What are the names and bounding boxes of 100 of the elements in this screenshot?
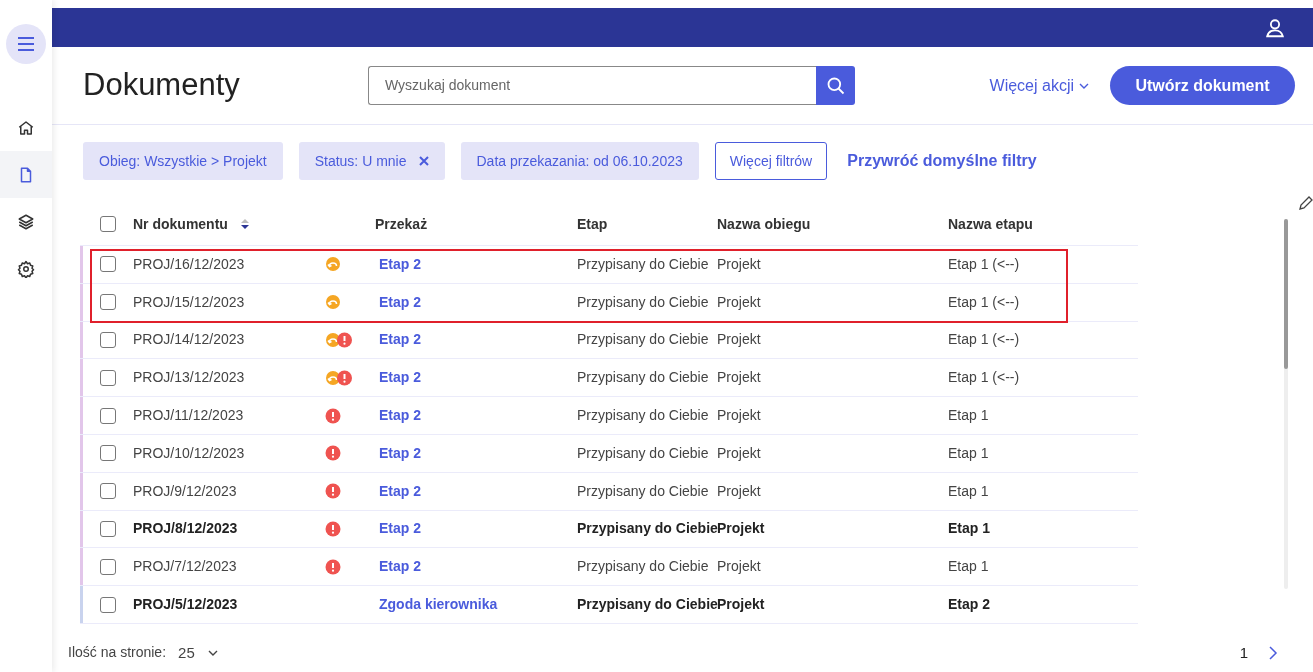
column-header: Etap <box>577 214 609 234</box>
close-icon[interactable] <box>418 156 429 166</box>
row-checkbox[interactable] <box>100 256 116 273</box>
more-filters-button[interactable]: Więcej filtrów <box>714 142 828 180</box>
sort-icon[interactable] <box>239 218 250 230</box>
table-row[interactable]: PROJ/5/12/2023 Zgoda kierownika Przypisany do CiebieProjekt Etap 2 <box>80 586 1138 624</box>
document-number: PROJ/15/12/2023 <box>133 292 246 312</box>
table-cell-text: Projekt <box>717 292 762 312</box>
table-cell-text: Przypisany do Ciebie <box>577 519 717 539</box>
table-row[interactable]: PROJ/13/12/2023 Etap 2 Przypisany do Ciebie Projekt Etap 1 (<--) <box>80 359 1138 398</box>
table-cell-text: Etap 1 <box>948 519 990 539</box>
table-row[interactable]: PROJ/9/12/2023 Etap 2 Przypisany do Ciebie Projekt Etap 1 <box>80 472 1138 511</box>
forward-link[interactable]: Etap 2 <box>379 405 577 427</box>
table-cell-text: Etap 1 (<--) <box>948 368 1020 388</box>
filter-chip[interactable]: Data przekazania: od 06.10.2023 <box>460 142 699 180</box>
table-row[interactable]: PROJ/14/12/2023 Etap 2 Przypisany do Ciebie Projekt Etap 1 (<--) <box>80 321 1138 360</box>
row-checkbox[interactable] <box>100 596 116 613</box>
return-alert-icon <box>325 332 353 348</box>
table-cell-text: Etap 1 <box>948 481 989 501</box>
alert-icon <box>325 445 341 462</box>
forward-link[interactable]: Etap 2 <box>379 367 577 389</box>
row-checkbox[interactable] <box>100 332 116 348</box>
return-icon <box>325 256 341 273</box>
table-cell-text: Przypisany do Ciebie <box>577 292 710 312</box>
table-cell-text: Projekt <box>717 443 762 463</box>
filter-chip[interactable]: Status: U mnie <box>298 142 445 180</box>
column-header[interactable]: Nr dokumentu <box>133 213 228 235</box>
table-row[interactable]: PROJ/10/12/2023 Etap 2 Przypisany do Ciebie Projekt Etap 1 <box>80 435 1138 473</box>
table-row[interactable]: PROJ/15/12/2023 Etap 2 Przypisany do Ciebie Projekt Etap 1 (<--) <box>80 283 1138 322</box>
table-cell-text: Etap 1 <box>948 443 989 463</box>
alert-icon <box>325 558 341 575</box>
row-checkbox[interactable] <box>100 407 116 424</box>
edit-columns-icon[interactable] <box>1298 195 1313 211</box>
table-cell-text: Przypisany do Ciebie <box>577 557 710 577</box>
sidebar-item[interactable] <box>0 104 52 151</box>
sidebar-item[interactable] <box>0 198 52 245</box>
document-number: PROJ/7/12/2023 <box>133 557 238 577</box>
forward-link[interactable]: Zgoda kierownika <box>379 594 577 616</box>
forward-link[interactable]: Etap 2 <box>379 442 577 464</box>
document-number: PROJ/11/12/2023 <box>133 406 245 426</box>
forward-link[interactable]: Etap 2 <box>379 556 577 578</box>
forward-link[interactable]: Etap 2 <box>379 480 577 502</box>
table-row[interactable]: PROJ/8/12/2023 Etap 2 Przypisany do CiebieProjekt Etap 1 <box>80 510 1138 549</box>
more-actions-dropdown[interactable]: Więcej akcji <box>989 73 1090 98</box>
table-row[interactable]: PROJ/7/12/2023 Etap 2 Przypisany do Ciebie Projekt Etap 1 <box>80 548 1138 587</box>
column-header: Nazwa obiegu <box>717 214 812 234</box>
page-size-label: Ilość na stronie: <box>68 643 167 663</box>
home-icon <box>17 118 35 137</box>
page-number[interactable]: 1 <box>1239 641 1248 665</box>
table-cell-text: Etap 2 <box>948 595 990 615</box>
return-icon <box>325 294 341 311</box>
settings-icon <box>17 259 35 278</box>
document-number: PROJ/14/12/2023 <box>133 330 246 350</box>
row-checkbox[interactable] <box>100 520 116 537</box>
table-cell-text: Przypisany do Ciebie <box>577 330 710 350</box>
page-title: Dokumenty <box>83 66 241 105</box>
table-cell-text: Etap 1 (<--) <box>948 292 1020 312</box>
next-page-icon[interactable] <box>1268 645 1278 660</box>
row-checkbox[interactable] <box>100 445 116 462</box>
table-row[interactable]: PROJ/16/12/2023 Etap 2 Przypisany do Ciebie Projekt Etap 1 (<--) <box>80 246 1138 284</box>
table-cell-text: Etap 1 (<--) <box>948 330 1020 350</box>
table-cell-text: Projekt <box>717 519 766 539</box>
table-cell-text: Projekt <box>717 406 762 426</box>
alert-icon <box>325 407 341 424</box>
alert-icon <box>325 520 341 537</box>
layers-icon <box>17 212 35 231</box>
forward-link[interactable]: Etap 2 <box>379 253 577 275</box>
table-cell-text: Projekt <box>717 557 762 577</box>
table-cell-text: Przypisany do Ciebie <box>577 595 717 615</box>
column-header: Przekaż <box>375 214 429 234</box>
table-cell-text: Przypisany do Ciebie <box>577 368 710 388</box>
scrollbar[interactable] <box>1284 219 1288 589</box>
alert-icon <box>325 483 341 500</box>
row-checkbox[interactable] <box>100 294 116 311</box>
table-cell-text: Etap 1 (<--) <box>948 254 1020 274</box>
create-document-button[interactable]: Utwórz dokument <box>1110 66 1295 105</box>
table-cell-text: Etap 1 <box>948 406 989 426</box>
search-button[interactable] <box>816 66 855 105</box>
forward-link[interactable]: Etap 2 <box>379 329 577 351</box>
table-row[interactable]: PROJ/11/12/2023 Etap 2 Przypisany do Ciebie Projekt Etap 1 <box>80 397 1138 435</box>
menu-button[interactable] <box>6 24 46 64</box>
row-checkbox[interactable] <box>100 483 116 500</box>
row-checkbox[interactable] <box>100 369 116 386</box>
forward-link[interactable]: Etap 2 <box>379 518 577 540</box>
filter-chip[interactable]: Obieg: Wszystkie > Projekt <box>83 142 283 180</box>
document-number: PROJ/9/12/2023 <box>133 481 238 501</box>
table-cell-text: Projekt <box>717 330 762 350</box>
row-checkbox[interactable] <box>100 558 116 575</box>
search-icon <box>825 75 846 96</box>
search-field[interactable]: Wyszukaj dokument <box>368 66 816 105</box>
table-cell-text: Przypisany do Ciebie <box>577 254 710 274</box>
document-number: PROJ/13/12/2023 <box>133 368 246 388</box>
table-cell-text: Etap 1 <box>948 557 989 577</box>
forward-link[interactable]: Etap 2 <box>379 291 577 313</box>
reset-filters-link[interactable]: Przywróć domyślne filtry <box>847 149 1037 173</box>
page-size-dropdown[interactable]: 25 <box>178 641 219 665</box>
document-number: PROJ/8/12/2023 <box>133 519 239 539</box>
table-cell-text: Projekt <box>717 368 762 388</box>
user-icon[interactable] <box>1264 16 1286 39</box>
select-all-checkbox[interactable] <box>100 216 116 232</box>
